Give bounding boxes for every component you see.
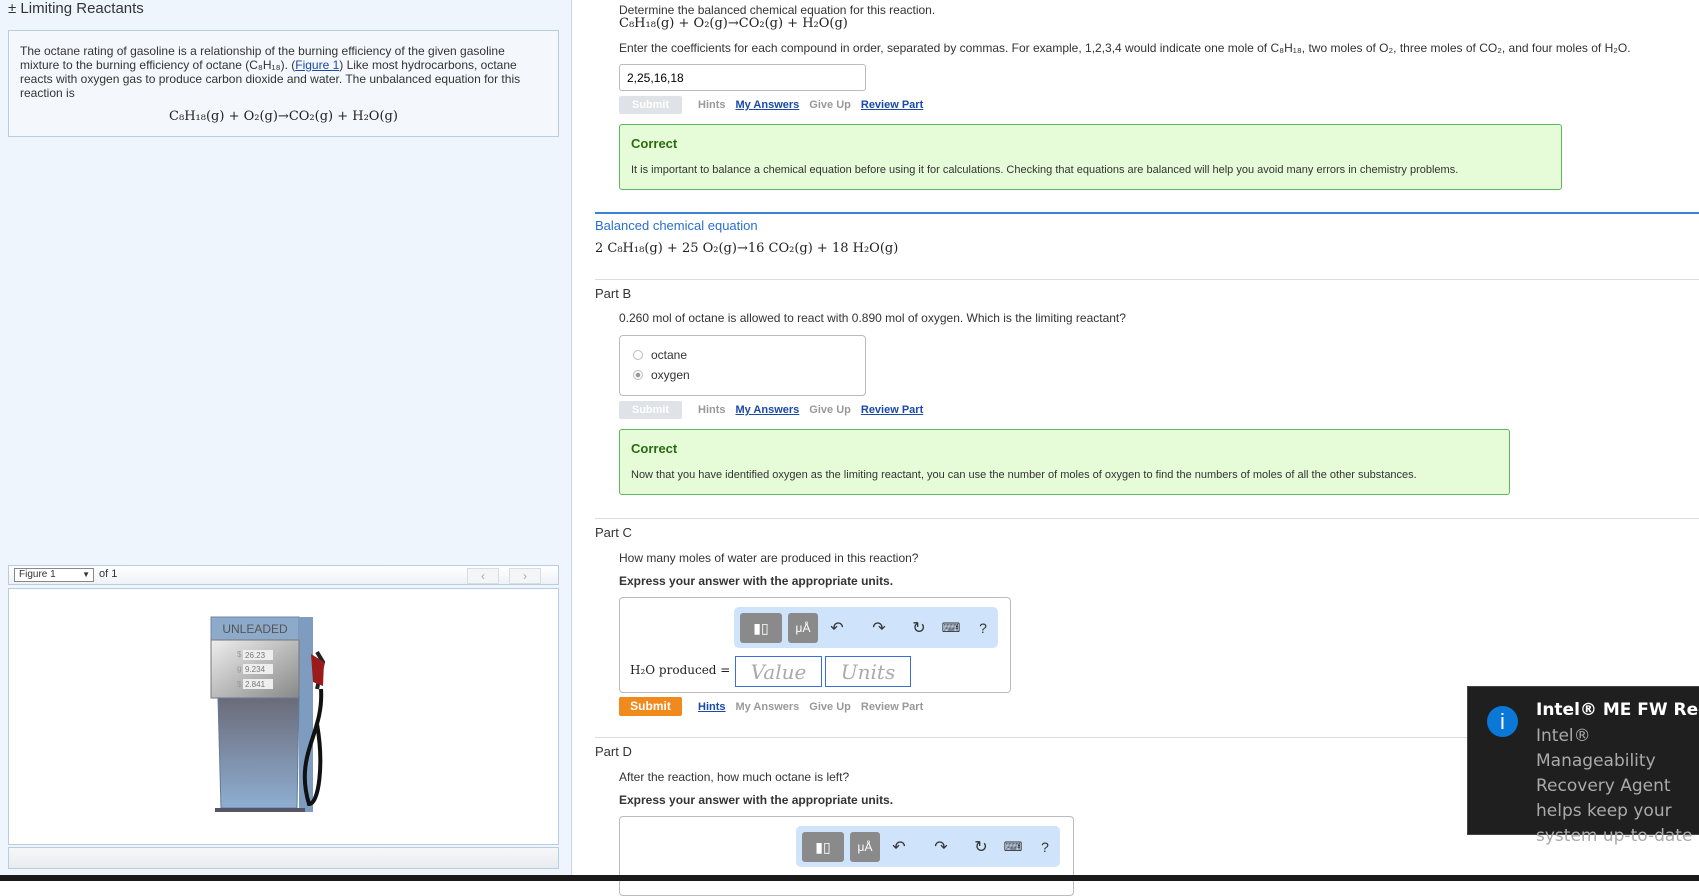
submit-button[interactable]: Submit (619, 96, 682, 114)
notification-body: Intel® Manageability Recovery Agent help… (1536, 726, 1693, 846)
dropdown-arrow-icon: ▼ (82, 570, 90, 579)
hints-link[interactable]: Hints (698, 404, 726, 416)
undo-icon[interactable]: ↶ (824, 618, 850, 638)
my-answers-link[interactable]: My Answers (736, 99, 800, 111)
feedback-title: Correct (631, 441, 678, 456)
hints-link[interactable]: Hints (698, 701, 726, 713)
part-d-question: After the reaction, how much octane is l… (619, 770, 850, 784)
pump-symbol: g (237, 664, 241, 673)
reset-icon[interactable]: ↻ (968, 837, 994, 857)
units-button[interactable]: μÅ (850, 831, 880, 862)
review-part-link[interactable]: Review Part (861, 99, 923, 111)
part-c-answer-box: ▮▯ μÅ ↶ ↷ ↻ ⌨ ? H₂O produced = Value Uni… (619, 597, 1011, 693)
divider (595, 279, 1699, 280)
left-panel: ± Limiting Reactants The octane rating o… (0, 0, 572, 875)
intro-box: The octane rating of gasoline is a relat… (8, 30, 559, 137)
figure-select-value: Figure 1 (19, 569, 56, 580)
units-input[interactable]: Units (825, 656, 911, 687)
hints-link[interactable]: Hints (698, 99, 726, 111)
pump-rate: 2.841 (245, 680, 266, 689)
give-up-link[interactable]: Give Up (809, 701, 851, 713)
keyboard-icon[interactable]: ⌨ (938, 620, 964, 636)
answer-label: H₂O produced = (630, 663, 731, 677)
option-label: oxygen (651, 368, 690, 382)
units-button[interactable]: μÅ (788, 612, 818, 643)
part-a-feedback: Correct It is important to balance a che… (619, 124, 1562, 190)
problem-title[interactable]: ± Limiting Reactants (8, 0, 144, 17)
option-oxygen[interactable]: oxygen (633, 368, 690, 382)
give-up-link[interactable]: Give Up (809, 404, 851, 416)
my-answers-link[interactable]: My Answers (736, 404, 800, 416)
figure-count: of 1 (99, 568, 118, 580)
option-octane[interactable]: octane (633, 348, 687, 362)
feedback-text: It is important to balance a chemical eq… (631, 164, 1459, 176)
divider (595, 518, 1699, 519)
gas-pump-illustration: UNLEADED $ 26.23 g 9.234 $ 2.841 (210, 616, 326, 812)
coefficients-input[interactable] (619, 64, 866, 91)
review-part-link[interactable]: Review Part (861, 404, 923, 416)
templates-icon: ▮▯ (815, 838, 831, 855)
pump-symbol: $ (237, 680, 242, 689)
figure-area: UNLEADED $ 26.23 g 9.234 $ 2.841 (8, 588, 559, 845)
unbalanced-equation: C₈H₁₈(g) + O₂(g)→CO₂(g) + H₂O(g) (169, 109, 398, 124)
figure-nav-bar: Figure 1 ▼ of 1 ‹ › (8, 565, 559, 585)
option-label: octane (651, 348, 688, 362)
part-b-question: 0.260 mol of octane is allowed to react … (619, 311, 1126, 325)
part-c-question: How many moles of water are produced in … (619, 551, 919, 565)
undo-icon[interactable]: ↶ (886, 837, 912, 857)
radio-selected-icon[interactable] (633, 370, 643, 380)
divider (595, 212, 1699, 214)
part-d-title: Part D (595, 744, 632, 759)
part-b-feedback: Correct Now that you have identified oxy… (619, 429, 1510, 495)
part-b-options: octane oxygen (619, 335, 866, 396)
part-c-actions: Submit Hints My Answers Give Up Review P… (619, 697, 923, 716)
pump-label: UNLEADED (222, 622, 288, 636)
radio-unselected-icon[interactable] (633, 350, 643, 360)
part-b-actions: Submit Hints My Answers Give Up Review P… (619, 401, 923, 419)
figure-footer (8, 847, 559, 869)
give-up-link[interactable]: Give Up (809, 99, 851, 111)
part-c-title: Part C (595, 525, 632, 540)
balanced-equation-label: Balanced chemical equation (595, 218, 758, 233)
help-button[interactable]: ? (970, 620, 996, 636)
math-toolbar: ▮▯ μÅ ↶ ↷ ↻ ⌨ ? (734, 607, 998, 648)
feedback-text: Now that you have identified oxygen as t… (631, 469, 1417, 481)
templates-icon: ▮▯ (753, 619, 769, 636)
notification-title: Intel® ME FW Recovery (1536, 700, 1699, 720)
my-answers-link[interactable]: My Answers (736, 701, 800, 713)
taskbar (0, 875, 1699, 881)
help-button[interactable]: ? (1032, 839, 1058, 855)
reset-icon[interactable]: ↻ (906, 618, 932, 638)
part-a-prompt: Determine the balanced chemical equation… (619, 3, 936, 17)
prev-figure-button[interactable]: ‹ (467, 568, 499, 584)
redo-icon[interactable]: ↷ (928, 837, 954, 857)
next-figure-button[interactable]: › (509, 568, 541, 584)
part-a-instructions: Enter the coefficients for each compound… (619, 41, 1631, 55)
redo-icon[interactable]: ↷ (866, 618, 892, 638)
part-d-express: Express your answer with the appropriate… (619, 793, 894, 807)
part-a-actions: Submit Hints My Answers Give Up Review P… (619, 96, 923, 114)
feedback-title: Correct (631, 136, 678, 151)
submit-button[interactable]: Submit (619, 401, 682, 419)
keyboard-icon[interactable]: ⌨ (1000, 839, 1026, 855)
pump-price: 26.23 (245, 651, 266, 660)
pump-gallons: 9.234 (245, 665, 266, 674)
figure-select[interactable]: Figure 1 ▼ (14, 568, 94, 582)
part-b-title: Part B (595, 286, 632, 301)
balanced-equation: 2 C₈H₁₈(g) + 25 O₂(g)→16 CO₂(g) + 18 H₂O… (595, 241, 899, 256)
templates-button[interactable]: ▮▯ (802, 831, 844, 862)
info-icon: i (1487, 706, 1518, 737)
figure-link[interactable]: Figure 1 (295, 58, 339, 72)
value-input[interactable]: Value (735, 656, 822, 687)
part-a-equation: C₈H₁₈(g) + O₂(g)→CO₂(g) + H₂O(g) (619, 16, 848, 31)
templates-button[interactable]: ▮▯ (740, 612, 782, 643)
submit-button[interactable]: Submit (619, 697, 682, 716)
review-part-link[interactable]: Review Part (861, 701, 923, 713)
part-d-answer-box: ▮▯ μÅ ↶ ↷ ↻ ⌨ ? (619, 816, 1074, 896)
pump-symbol: $ (237, 650, 242, 659)
math-toolbar: ▮▯ μÅ ↶ ↷ ↻ ⌨ ? (796, 826, 1060, 867)
part-c-express: Express your answer with the appropriate… (619, 574, 894, 588)
system-notification[interactable]: i Intel® ME FW Recovery Intel® Manageabi… (1467, 686, 1699, 846)
